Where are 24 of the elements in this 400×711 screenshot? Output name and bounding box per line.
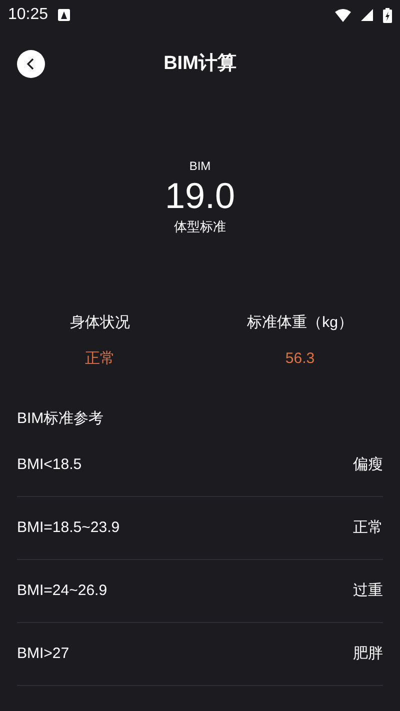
bmi-label: BIM bbox=[189, 158, 211, 174]
notification-icon bbox=[58, 9, 70, 21]
bmi-range: BMI>27 bbox=[17, 644, 70, 664]
status-time: 10:25 bbox=[8, 5, 48, 25]
wifi-icon bbox=[335, 8, 351, 22]
stat-label: 身体状况 bbox=[70, 313, 130, 333]
bmi-range: BMI<18.5 bbox=[17, 454, 82, 475]
bmi-category: 过重 bbox=[353, 580, 383, 601]
bmi-category: 偏瘦 bbox=[353, 454, 383, 475]
stat-value: 56.3 bbox=[285, 349, 315, 369]
stat-label: 标准体重（kg） bbox=[247, 313, 353, 333]
back-icon bbox=[26, 58, 36, 70]
bmi-range: BMI=18.5~23.9 bbox=[17, 518, 120, 538]
battery-icon bbox=[383, 8, 392, 22]
body-type-text: 体型标准 bbox=[174, 218, 226, 236]
bmi-range: BMI=24~26.9 bbox=[17, 580, 108, 601]
section-title: BIM标准参考 bbox=[17, 409, 105, 429]
back-button[interactable] bbox=[17, 50, 45, 78]
stat-value: 正常 bbox=[85, 349, 115, 369]
bmi-category: 肥胖 bbox=[353, 644, 383, 664]
page-title: BIM计算 bbox=[164, 52, 236, 76]
signal-icon bbox=[361, 9, 373, 21]
bmi-value: 19.0 bbox=[164, 176, 236, 216]
bmi-category: 正常 bbox=[353, 518, 383, 538]
